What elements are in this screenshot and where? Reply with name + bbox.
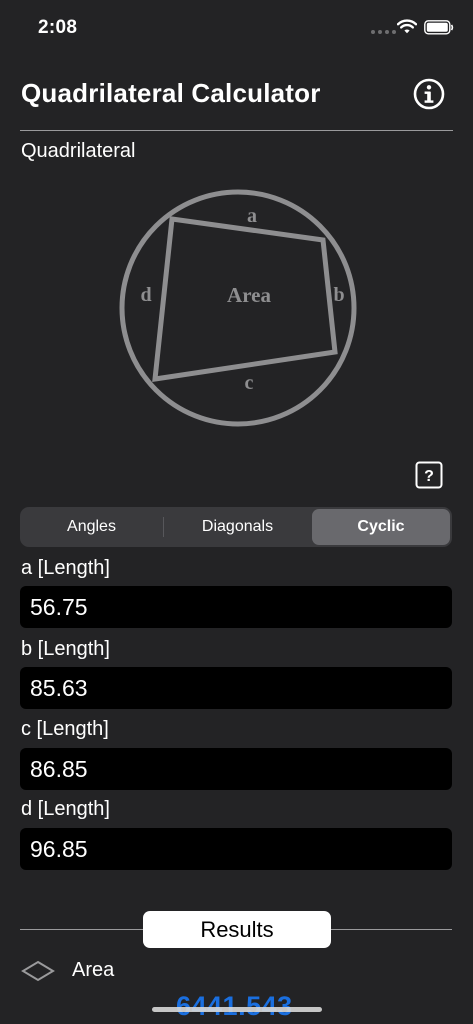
status-time: 2:08	[38, 17, 78, 38]
field-label-c: c [Length]	[21, 718, 109, 740]
field-label-a: a [Length]	[21, 557, 110, 579]
page-title: Quadrilateral Calculator	[21, 78, 321, 108]
segment-cyclic[interactable]: Cyclic	[312, 509, 450, 545]
home-indicator[interactable]	[152, 1007, 322, 1012]
nav-divider	[20, 130, 453, 131]
wifi-icon	[397, 19, 417, 34]
result-area-label: Area	[72, 959, 115, 981]
info-icon[interactable]	[413, 78, 445, 110]
segment-angles[interactable]: Angles	[22, 509, 161, 545]
side-c-input[interactable]: 86.85	[20, 748, 452, 790]
area-label: Area	[227, 283, 271, 307]
side-label-b: b	[333, 284, 344, 306]
segment-diagonals[interactable]: Diagonals	[164, 509, 311, 545]
battery-icon	[424, 20, 454, 35]
side-label-a: a	[247, 205, 257, 227]
help-icon[interactable]: ?	[415, 461, 443, 489]
section-title: Quadrilateral	[21, 140, 136, 162]
side-b-input[interactable]: 85.63	[20, 667, 452, 709]
cyclic-quadrilateral-diagram: a b c d Area	[119, 189, 357, 427]
results-button[interactable]: Results	[143, 911, 331, 948]
mode-segmented-control: Angles Diagonals Cyclic	[20, 507, 452, 547]
cellular-signal-icon	[371, 30, 396, 34]
side-label-c: c	[245, 372, 254, 394]
diamond-outline-icon	[21, 960, 55, 982]
field-label-d: d [Length]	[21, 798, 110, 820]
status-bar: 2:08	[0, 0, 473, 56]
side-a-input[interactable]: 56.75	[20, 586, 452, 628]
side-d-input[interactable]: 96.85	[20, 828, 452, 870]
svg-text:?: ?	[424, 468, 434, 485]
side-label-d: d	[140, 284, 151, 306]
field-label-b: b [Length]	[21, 638, 110, 660]
